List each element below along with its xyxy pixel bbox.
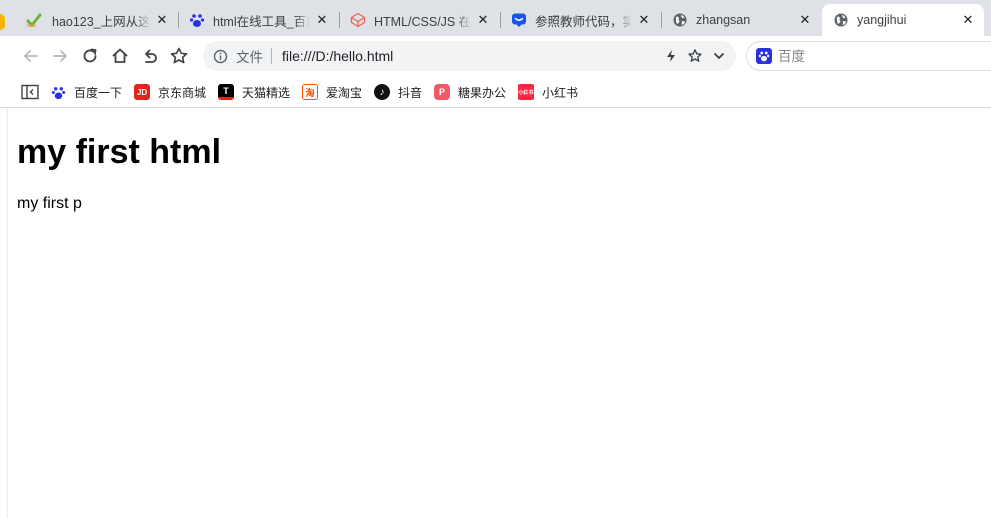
tab-strip: hao hao123_上网从这里开始 ✕ html在线工具_百度搜索 ✕ HTM… xyxy=(0,0,991,36)
reload-icon xyxy=(83,48,97,63)
close-icon[interactable]: ✕ xyxy=(154,12,170,28)
undo-button[interactable] xyxy=(138,44,162,68)
tab-label: hao123_上网从这里开始 xyxy=(52,14,150,29)
search-box[interactable] xyxy=(746,41,991,71)
bookmark-aitaobao[interactable]: 淘 爱淘宝 xyxy=(302,83,362,101)
globe-icon xyxy=(672,12,688,28)
bookmark-label: 百度一下 xyxy=(74,85,123,100)
tab-teacher-code[interactable]: 参照教师代码，实现功能 ✕ xyxy=(501,4,660,36)
bookmark-label: 天猫精选 xyxy=(242,85,291,100)
tab-online-tool[interactable]: HTML/CSS/JS 在线工具 ✕ xyxy=(340,4,499,36)
tab-label: zhangsan xyxy=(696,13,751,27)
close-icon[interactable]: ✕ xyxy=(636,12,652,28)
taobao-icon: 淘 xyxy=(302,84,318,100)
page-heading: my first html xyxy=(17,133,222,171)
bookmark-label: 抖音 xyxy=(398,85,423,100)
window-corner-mark xyxy=(0,14,5,30)
baidu-paw-icon xyxy=(50,84,66,100)
forward-button[interactable] xyxy=(48,44,72,68)
chevron-down-icon[interactable] xyxy=(710,47,728,65)
scheme-label: 文件 xyxy=(236,50,263,65)
bookmark-label: 小红书 xyxy=(542,85,579,100)
globe-icon xyxy=(833,12,849,28)
close-icon[interactable]: ✕ xyxy=(960,12,976,28)
sidebar-panel-icon xyxy=(21,84,39,100)
home-button[interactable] xyxy=(108,44,132,68)
info-icon[interactable] xyxy=(212,48,228,64)
tab-label: html在线工具_百度搜索 xyxy=(213,14,310,29)
jd-icon: JD xyxy=(134,84,150,100)
bookmark-label: 京东商城 xyxy=(158,85,207,100)
bookmark-xiaohongshu[interactable]: 小红书 小红书 xyxy=(518,83,578,101)
bookmark-douyin[interactable]: ♪ 抖音 xyxy=(374,83,422,101)
baidu-paw-icon xyxy=(756,48,772,64)
search-input[interactable] xyxy=(778,48,978,64)
douyin-icon: ♪ xyxy=(374,84,390,100)
chat-bubble-icon xyxy=(511,12,527,28)
tab-label: 参照教师代码，实现功能 xyxy=(535,14,632,29)
home-icon xyxy=(112,48,128,63)
close-icon[interactable]: ✕ xyxy=(797,12,813,28)
bookmark-star-button[interactable] xyxy=(167,44,191,68)
address-bar[interactable]: 文件 file:///D:/hello.html xyxy=(203,41,736,71)
viewport-left-border xyxy=(7,108,8,518)
close-icon[interactable]: ✕ xyxy=(314,12,330,28)
hao123-icon: hao xyxy=(26,12,42,28)
xiaohongshu-icon: 小红书 xyxy=(518,84,534,100)
sidebar-toggle-button[interactable] xyxy=(21,83,39,101)
star-icon[interactable] xyxy=(686,47,704,65)
browser-toolbar: 文件 file:///D:/hello.html xyxy=(0,36,991,76)
tangguo-icon: P xyxy=(434,84,450,100)
bookmark-label: 爱淘宝 xyxy=(326,85,363,100)
omnibox-divider xyxy=(271,48,272,64)
baidu-paw-icon xyxy=(189,12,205,28)
codepen-cube-icon xyxy=(350,12,366,28)
bookmark-tmall[interactable]: T 天猫精选 xyxy=(218,83,290,101)
url-text[interactable]: file:///D:/hello.html xyxy=(282,48,662,64)
arrow-left-icon xyxy=(24,50,38,62)
tab-zhangsan[interactable]: zhangsan ✕ xyxy=(662,4,821,36)
bookmark-baidu[interactable]: 百度一下 xyxy=(50,83,122,101)
bookmark-tangguo[interactable]: P 糖果办公 xyxy=(434,83,506,101)
bookmark-jd[interactable]: JD 京东商城 xyxy=(134,83,206,101)
undo-icon xyxy=(145,49,157,63)
bookmark-label: 糖果办公 xyxy=(458,85,507,100)
lightning-icon[interactable] xyxy=(662,47,680,65)
page-viewport: my first html my first p xyxy=(0,108,991,518)
bookmarks-bar: 百度一下 JD 京东商城 T 天猫精选 淘 爱淘宝 ♪ 抖音 P 糖果办公 小红… xyxy=(0,76,991,108)
page-paragraph: my first p xyxy=(17,195,82,212)
star-outline-icon xyxy=(170,47,188,64)
tmall-icon: T xyxy=(218,84,234,100)
tab-label: yangjihui xyxy=(857,13,907,27)
omnibox-actions xyxy=(662,47,728,65)
tab-baidu-search[interactable]: html在线工具_百度搜索 ✕ xyxy=(179,4,338,36)
svg-text:hao: hao xyxy=(27,23,36,28)
arrow-right-icon xyxy=(53,50,67,62)
tab-hao123[interactable]: hao hao123_上网从这里开始 ✕ xyxy=(10,4,178,36)
back-button[interactable] xyxy=(19,44,43,68)
close-icon[interactable]: ✕ xyxy=(475,12,491,28)
tab-label: HTML/CSS/JS 在线工具 xyxy=(374,14,471,29)
reload-button[interactable] xyxy=(78,44,102,68)
tab-yangjihui[interactable]: yangjihui ✕ xyxy=(822,4,984,36)
